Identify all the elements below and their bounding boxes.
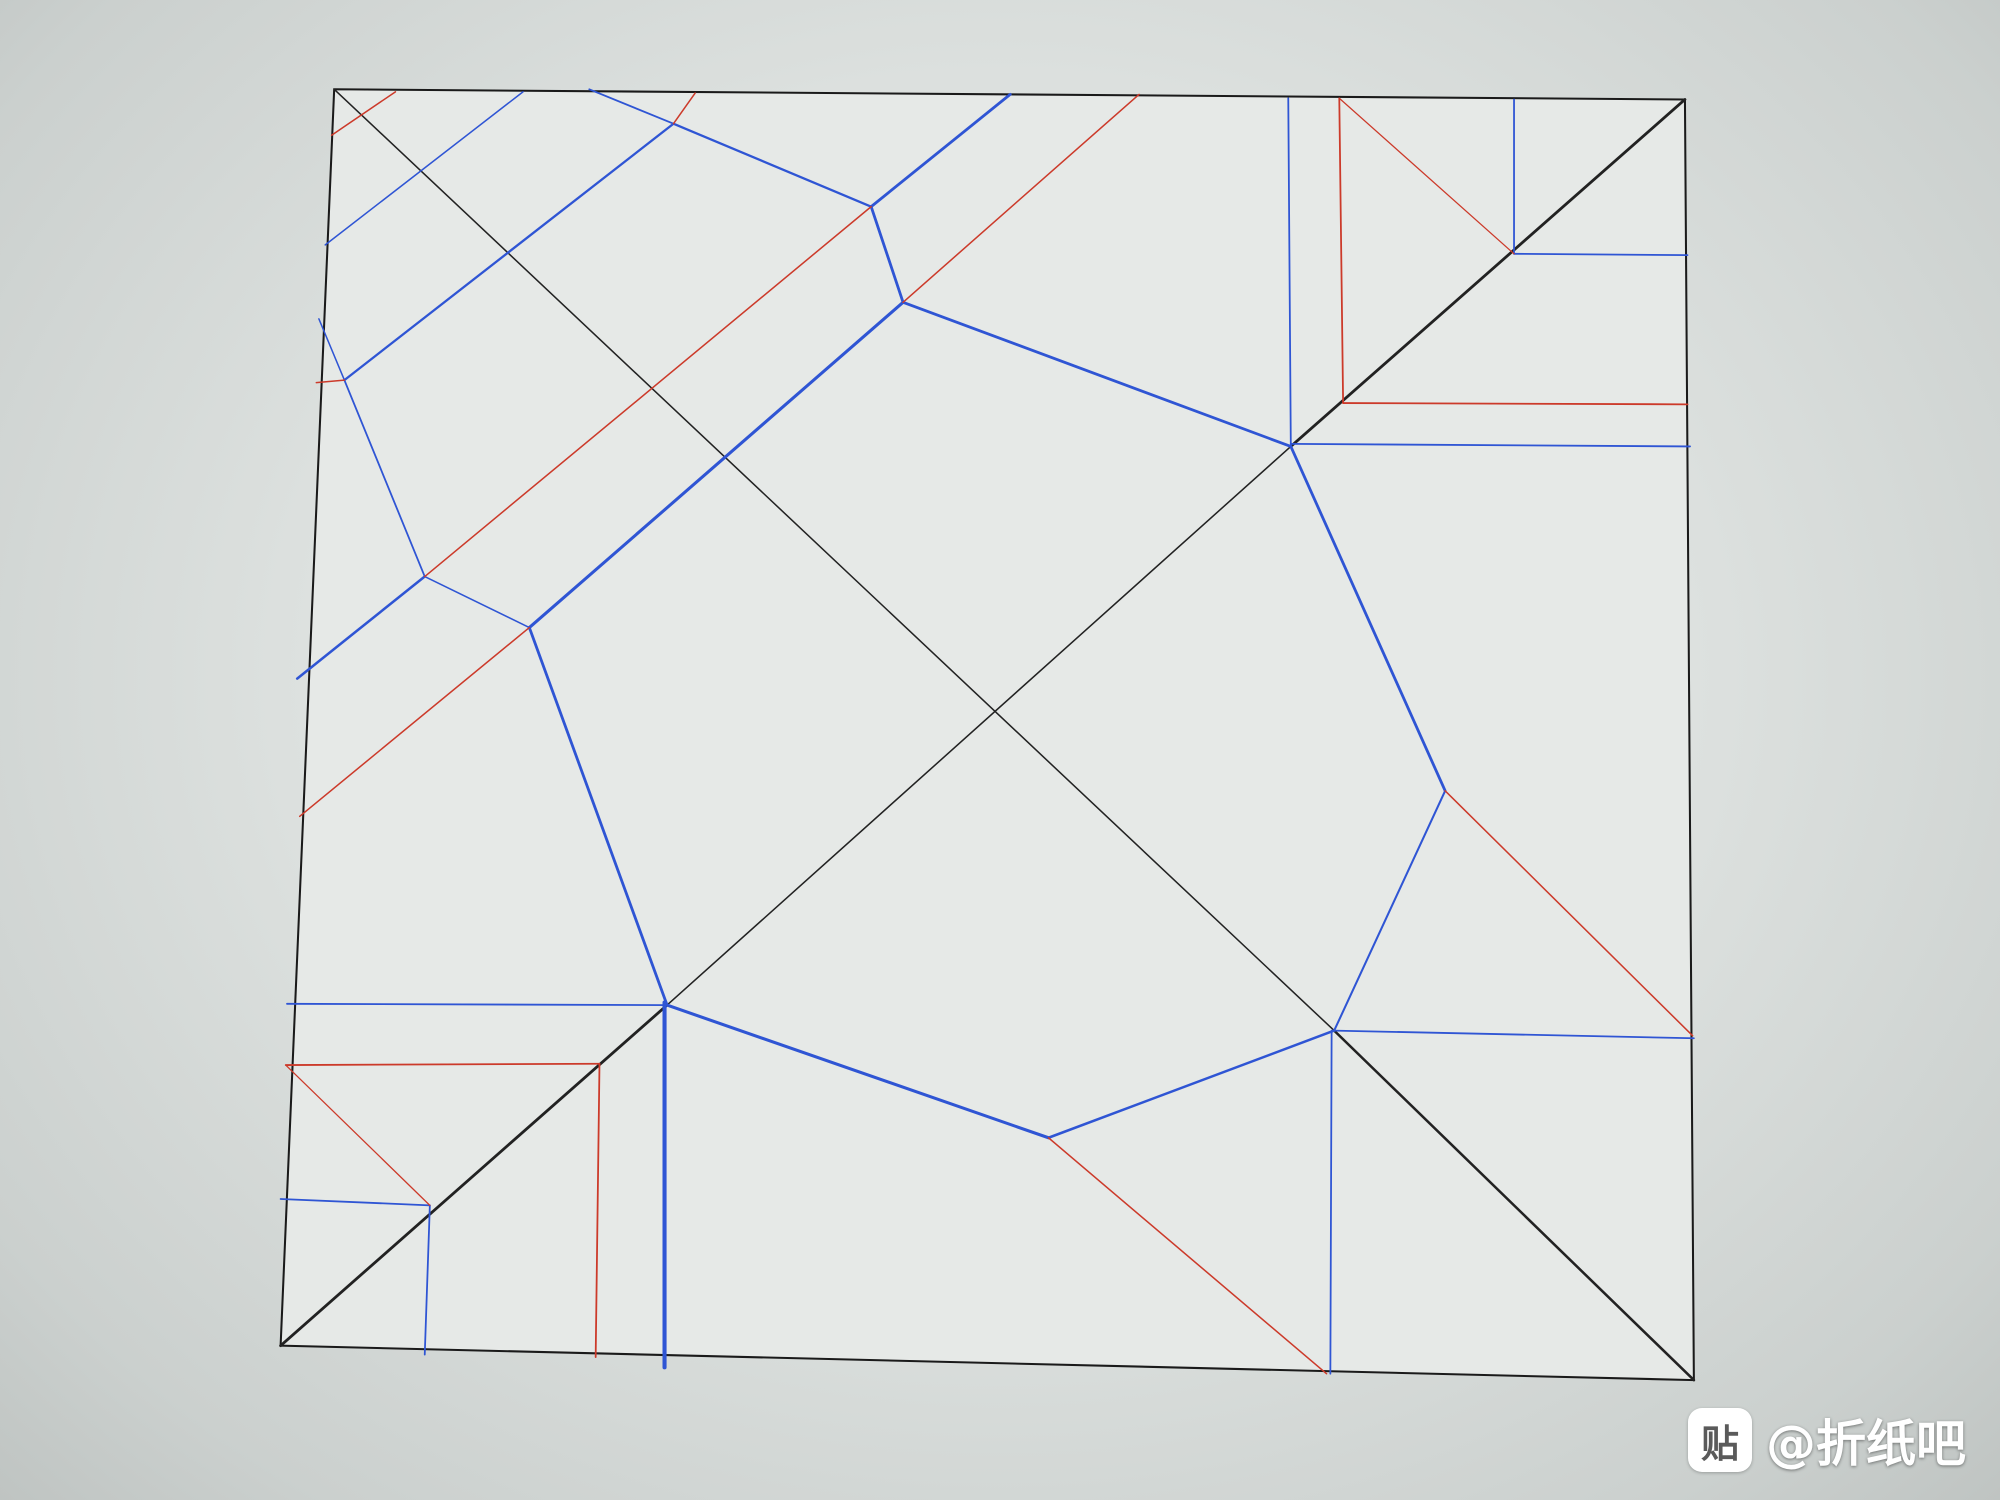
watermark-text: @折纸吧 (1766, 1415, 1966, 1473)
valley-fold-23 (286, 1002, 668, 1006)
paper-square (279, 88, 1695, 1382)
photo-of-screen: 贴 @折纸吧 (0, 0, 2000, 1500)
crease-pattern-diagram (279, 88, 1696, 1382)
valley-fold-30 (1513, 252, 1689, 256)
watermark-badge: 贴 (1688, 1408, 1752, 1472)
watermark: 贴 @折纸吧 (1688, 1404, 1966, 1476)
